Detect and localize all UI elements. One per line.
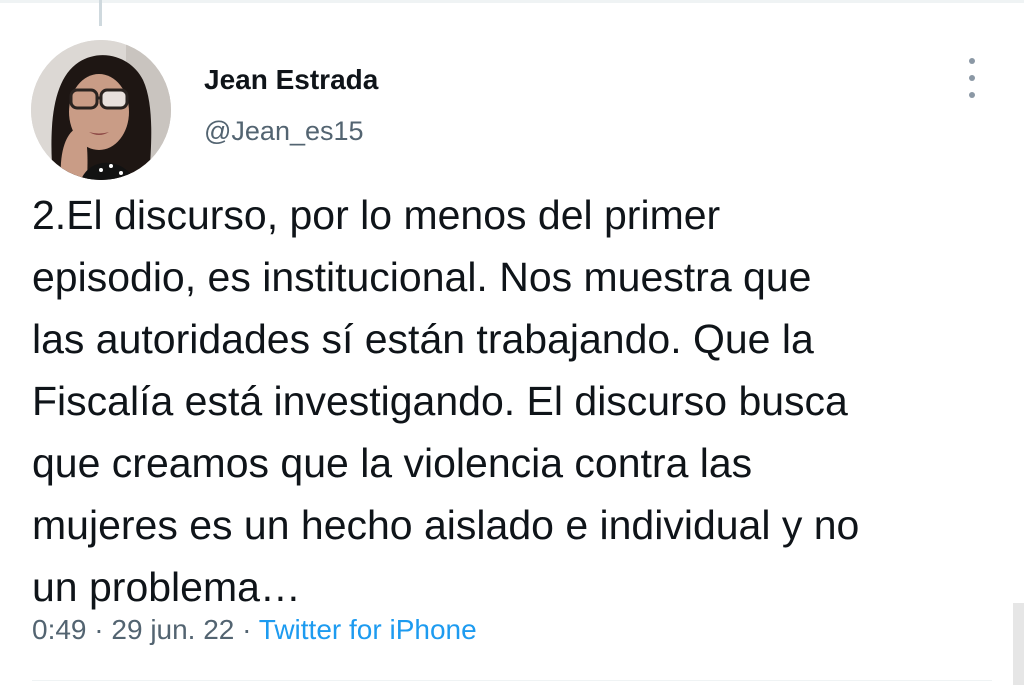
- tweet-metadata: 0:49 · 29 jun. 22 · Twitter for iPhone: [32, 614, 477, 646]
- author-display-name[interactable]: Jean Estrada: [204, 64, 378, 96]
- author-handle[interactable]: @Jean_es15: [204, 116, 364, 147]
- avatar[interactable]: [31, 40, 171, 180]
- thread-connector-line: [99, 0, 102, 26]
- more-vertical-icon[interactable]: [958, 58, 986, 98]
- more-dot: [969, 92, 975, 98]
- more-dot: [969, 75, 975, 81]
- tweet-time[interactable]: 0:49: [32, 614, 87, 645]
- avatar-image: [31, 40, 171, 180]
- divider-bottom: [32, 680, 992, 681]
- divider-top: [0, 0, 1024, 3]
- meta-separator: ·: [94, 614, 104, 645]
- tweet-source-link[interactable]: Twitter for iPhone: [259, 614, 477, 645]
- meta-separator: ·: [242, 614, 252, 645]
- tweet-card[interactable]: Jean Estrada @Jean_es15 2.El discurso, p…: [0, 0, 1024, 685]
- scrollbar[interactable]: [1013, 603, 1024, 685]
- more-dot: [969, 58, 975, 64]
- tweet-text: 2.El discurso, por lo menos del primer e…: [32, 192, 860, 610]
- tweet-date[interactable]: 29 jun. 22: [111, 614, 234, 645]
